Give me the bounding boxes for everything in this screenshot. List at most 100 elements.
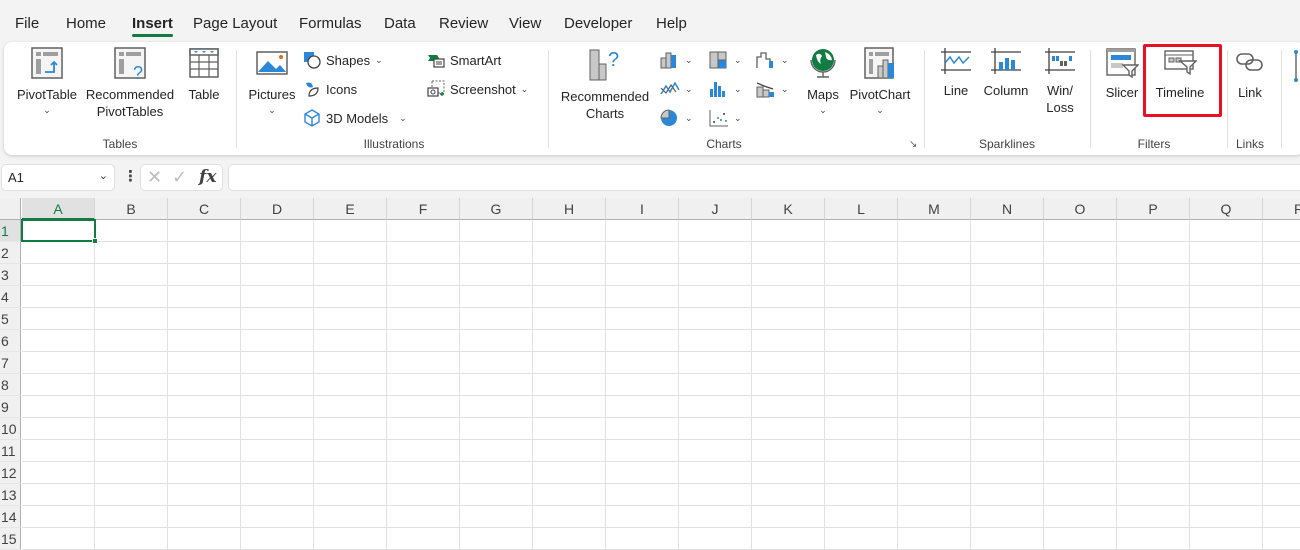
- tab-view[interactable]: View: [509, 15, 541, 32]
- link-button[interactable]: Link: [1232, 46, 1268, 101]
- scatter-chart-button[interactable]: ⌄: [709, 107, 742, 129]
- tab-insert[interactable]: Insert: [132, 15, 173, 37]
- screenshot-button[interactable]: Screenshot ⌄: [427, 78, 528, 100]
- tab-help[interactable]: Help: [656, 15, 687, 32]
- sparkline-winloss-button[interactable]: Win/ Loss: [1038, 46, 1082, 116]
- shapes-icon: [304, 52, 321, 69]
- fill-handle[interactable]: [92, 238, 98, 244]
- column-header-k[interactable]: K: [752, 198, 825, 220]
- pivotchart-button[interactable]: PivotChart ⌄: [846, 46, 914, 117]
- line-chart-button[interactable]: ⌄: [660, 78, 693, 100]
- icons-button[interactable]: Icons: [303, 78, 357, 100]
- pivottable-button[interactable]: PivotTable ⌄: [12, 46, 82, 117]
- row-header-5[interactable]: 5: [0, 308, 21, 330]
- column-header-i[interactable]: I: [606, 198, 679, 220]
- combo-chart-button[interactable]: ⌄: [756, 78, 789, 100]
- pivotchart-label: PivotChart: [849, 87, 911, 102]
- tab-review[interactable]: Review: [439, 15, 488, 32]
- tables-group-label: Tables: [102, 137, 138, 151]
- column-header-b[interactable]: B: [95, 198, 168, 220]
- 3d-models-button[interactable]: 3D Models ⌄: [303, 107, 407, 129]
- waterfall-chart-button[interactable]: ⌄: [756, 49, 789, 71]
- sparkline-line-button[interactable]: Line: [936, 46, 976, 99]
- gridline: [824, 220, 825, 550]
- column-header-h[interactable]: H: [533, 198, 606, 220]
- recommended-pivottables-button[interactable]: ? Recommended PivotTables: [82, 46, 178, 120]
- sparkline-column-button[interactable]: Column: [980, 46, 1032, 99]
- chevron-down-icon: ⌄: [819, 105, 827, 115]
- sparkline-winloss-label-2: Loss: [1046, 100, 1074, 115]
- column-header-m[interactable]: M: [898, 198, 971, 220]
- tab-developer[interactable]: Developer: [564, 15, 632, 32]
- column-header-c[interactable]: C: [168, 198, 241, 220]
- text-box-icon[interactable]: [1292, 50, 1300, 84]
- tab-formulas[interactable]: Formulas: [299, 15, 362, 32]
- column-header-j[interactable]: J: [679, 198, 752, 220]
- column-header-a[interactable]: A: [22, 198, 95, 220]
- shapes-button[interactable]: Shapes ⌄: [303, 49, 383, 71]
- pictures-button[interactable]: Pictures ⌄: [244, 46, 300, 117]
- column-header-l[interactable]: L: [825, 198, 898, 220]
- timeline-button[interactable]: Timeline: [1148, 46, 1212, 101]
- active-cell-a1[interactable]: [21, 219, 98, 244]
- row-header-12[interactable]: 12: [0, 462, 21, 484]
- statistic-chart-button[interactable]: ⌄: [709, 78, 742, 100]
- column-header-e[interactable]: E: [314, 198, 387, 220]
- formula-input[interactable]: [228, 164, 1300, 191]
- row-header-14[interactable]: 14: [0, 506, 21, 528]
- row-header-15[interactable]: 15: [0, 528, 21, 550]
- column-header-r[interactable]: R: [1263, 198, 1300, 220]
- row-header-7[interactable]: 7: [0, 352, 21, 374]
- enter-icon[interactable]: ✓: [172, 167, 187, 188]
- table-label: Table: [188, 87, 220, 102]
- gridline: [22, 263, 1300, 264]
- column-header-f[interactable]: F: [387, 198, 460, 220]
- sparkline-column-label: Column: [983, 83, 1029, 98]
- column-header-p[interactable]: P: [1117, 198, 1190, 220]
- table-icon: [189, 48, 219, 78]
- group-separator: [1227, 50, 1228, 148]
- tab-file[interactable]: File: [15, 15, 39, 32]
- pie-chart-button[interactable]: ⌄: [660, 107, 693, 129]
- row-header-2[interactable]: 2: [0, 242, 21, 264]
- insert-function-icon[interactable]: fx: [199, 167, 216, 187]
- tab-page-layout[interactable]: Page Layout: [193, 15, 277, 32]
- smartart-button[interactable]: SmartArt: [427, 49, 501, 71]
- chevron-down-icon: ⌄: [375, 54, 383, 65]
- cancel-icon[interactable]: ✕: [147, 167, 162, 188]
- chevron-down-icon[interactable]: ⌄: [99, 169, 108, 182]
- gridline: [22, 329, 1300, 330]
- name-box[interactable]: A1 ⌄: [1, 164, 115, 191]
- recommended-charts-button[interactable]: ? Recommended Charts: [556, 46, 654, 122]
- worksheet-grid[interactable]: A B C D E F G H I J K L M N O P Q R 1 2 3 4 5 6 7 8 9 10 11 12 13 14 15: [0, 198, 1300, 550]
- maps-button[interactable]: Maps ⌄: [801, 46, 845, 117]
- slicer-button[interactable]: Slicer: [1102, 46, 1142, 101]
- column-header-o[interactable]: O: [1044, 198, 1117, 220]
- row-header-13[interactable]: 13: [0, 484, 21, 506]
- column-header-g[interactable]: G: [460, 198, 533, 220]
- column-header-n[interactable]: N: [971, 198, 1044, 220]
- hierarchy-chart-button[interactable]: ⌄: [709, 49, 742, 71]
- gridline: [94, 220, 95, 550]
- gridline: [22, 395, 1300, 396]
- select-all-button[interactable]: [0, 198, 21, 220]
- tab-data[interactable]: Data: [384, 15, 416, 32]
- column-header-q[interactable]: Q: [1190, 198, 1263, 220]
- row-header-11[interactable]: 11: [0, 440, 21, 462]
- row-header-1[interactable]: 1: [0, 220, 21, 242]
- row-header-10[interactable]: 10: [0, 418, 21, 440]
- table-button[interactable]: Table: [184, 46, 224, 103]
- row-header-8[interactable]: 8: [0, 374, 21, 396]
- column-chart-button[interactable]: ⌄: [660, 49, 693, 71]
- more-options-icon[interactable]: ⋮: [123, 167, 138, 185]
- row-header-4[interactable]: 4: [0, 286, 21, 308]
- row-header-9[interactable]: 9: [0, 396, 21, 418]
- row-header-6[interactable]: 6: [0, 330, 21, 352]
- charts-dialog-launcher-icon[interactable]: ↘: [909, 139, 917, 150]
- column-header-d[interactable]: D: [241, 198, 314, 220]
- tab-home[interactable]: Home: [66, 15, 106, 32]
- row-header-3[interactable]: 3: [0, 264, 21, 286]
- 3d-models-label: 3D Models: [326, 110, 389, 126]
- link-icon: [1236, 53, 1263, 71]
- gridline: [22, 307, 1300, 308]
